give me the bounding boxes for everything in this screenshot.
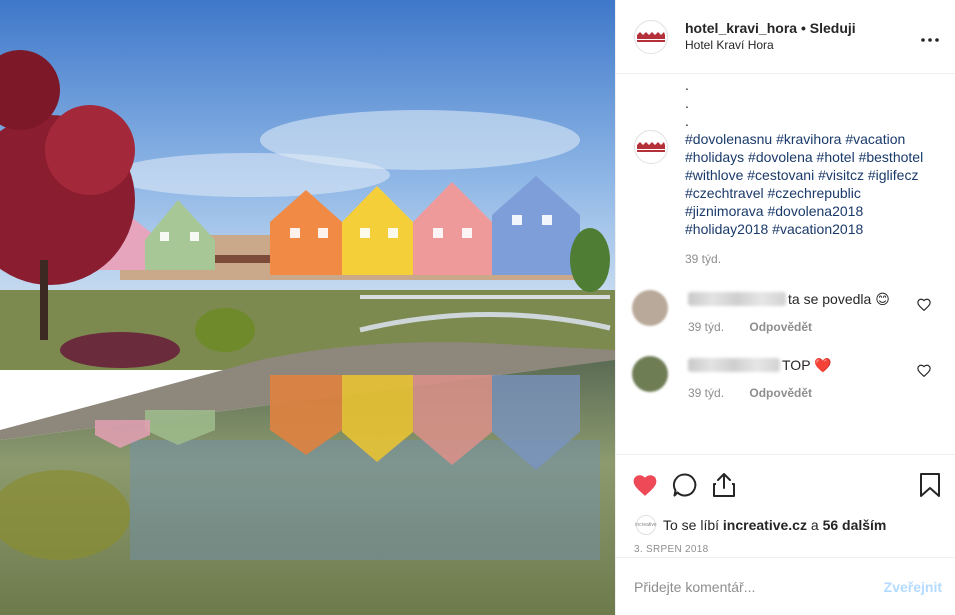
heart-icon[interactable] (632, 473, 658, 497)
comment-item: ta se povedla 😊 39 týd. Odpovědět (632, 290, 939, 334)
comment-input[interactable] (634, 578, 884, 595)
follow-status-button[interactable]: Sleduji (810, 20, 856, 36)
header-info: hotel_kravi_hora • Sleduji Hotel Kraví H… (685, 20, 921, 54)
commenter-avatar[interactable] (632, 290, 668, 326)
liker-avatar[interactable]: increative (635, 515, 657, 535)
commenter-avatar[interactable] (632, 356, 668, 392)
share-icon[interactable] (712, 472, 736, 498)
bookmark-icon[interactable] (919, 472, 941, 498)
hotel-photo (0, 0, 615, 615)
caption-hashtags[interactable]: #dovolenasnu #kravihora #vacation #holid… (685, 130, 939, 238)
location-link[interactable]: Hotel Kraví Hora (685, 37, 921, 54)
comment-icon[interactable] (672, 472, 698, 498)
more-options-icon[interactable] (921, 26, 939, 47)
caption-dot: . (685, 77, 689, 93)
caption: . . . #dovolenasnu #kravihora #vacation … (632, 74, 939, 268)
blurred-username[interactable] (688, 292, 786, 306)
comment-time: 39 týd. (688, 320, 725, 334)
likes-prefix: To se líbí (663, 517, 720, 533)
caption-dot: . (685, 95, 689, 111)
caption-time: 39 týd. (685, 252, 722, 266)
comment-text: TOP (782, 357, 811, 373)
comment-text: ta se povedla (788, 291, 872, 307)
post-header: hotel_kravi_hora • Sleduji Hotel Kraví H… (616, 0, 955, 74)
username-link[interactable]: hotel_kravi_hora (685, 20, 797, 36)
profile-avatar[interactable] (634, 19, 668, 54)
reply-button[interactable]: Odpovědět (749, 386, 812, 400)
post-sidebar: hotel_kravi_hora • Sleduji Hotel Kraví H… (615, 0, 955, 615)
blurred-username[interactable] (688, 358, 780, 372)
comment-like-heart-icon[interactable] (917, 364, 931, 377)
hotel-logo-icon (637, 31, 665, 42)
comments-list[interactable]: . . . #dovolenasnu #kravihora #vacation … (616, 74, 955, 454)
reply-button[interactable]: Odpovědět (749, 320, 812, 334)
instagram-post-modal: hotel_kravi_hora • Sleduji Hotel Kraví H… (0, 0, 955, 615)
post-comment-button[interactable]: Zveřejnit (884, 579, 942, 595)
comment-item: TOP ❤️ 39 týd. Odpovědět (632, 356, 939, 400)
hotel-logo-icon (637, 142, 665, 152)
caption-avatar[interactable] (634, 130, 668, 164)
liker-username[interactable]: increative.cz (723, 517, 807, 533)
add-comment-bar: Zveřejnit (616, 557, 955, 615)
red-heart-emoji-icon: ❤️ (814, 357, 832, 373)
action-bar (616, 454, 955, 514)
post-photo[interactable] (0, 0, 615, 615)
likes-count-link[interactable]: 56 dalším (823, 517, 887, 533)
caption-dot: . (685, 113, 689, 129)
likes-mid: a (810, 517, 819, 533)
smile-emoji-icon: 😊 (875, 291, 890, 307)
separator: • (797, 19, 810, 36)
comment-time: 39 týd. (688, 386, 725, 400)
likes-summary: increative To se líbí increative.cz a 56… (616, 514, 955, 536)
comment-like-heart-icon[interactable] (917, 298, 931, 311)
caption-text: . . . #dovolenasnu #kravihora #vacation … (685, 76, 939, 268)
